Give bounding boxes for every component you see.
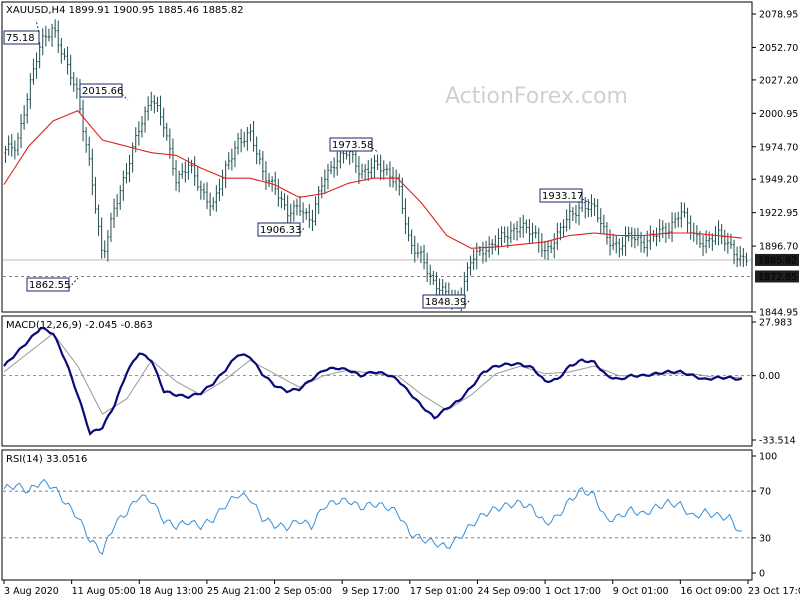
annotation-label: 1973.58 [332,140,373,151]
watermark: ActionForex.com [445,84,628,109]
rsi-tick-label: 30 [759,533,771,544]
price-tick-label: 2052.70 [759,43,798,54]
time-tick-label: 9 Oct 01:00 [613,586,669,597]
price-panel-title: XAUUSD,H4 1899.91 1900.95 1885.46 1885.8… [6,5,244,16]
macd-tick-label: 0.00 [759,371,780,382]
price-tick-label: 2027.20 [759,75,798,86]
price-tick-label: 2000.95 [759,109,798,120]
annotation-label: 1933.17 [542,191,583,202]
macd-panel-title: MACD(12,26,9) -2.045 -0.863 [6,320,153,331]
time-tick-label: 1 Oct 17:00 [545,586,601,597]
annotation-label: 1848.39 [425,297,466,308]
support-tag: 1872.85 [758,272,797,283]
macd-tick-label: 27.983 [759,318,792,329]
price-tick-label: 1949.20 [759,175,798,186]
time-tick-label: 25 Aug 21:00 [207,586,271,597]
time-tick-label: 9 Sep 17:00 [342,586,399,597]
rsi-tick-label: 70 [759,487,771,498]
time-tick-label: 23 Oct 17:00 [748,586,800,597]
price-tick-label: 1922.95 [759,208,798,219]
time-tick-label: 24 Sep 09:00 [477,586,540,597]
price-tick-label: 1896.70 [759,242,798,253]
annotation-label: 75.18 [6,33,35,44]
chart-canvas: ActionForex.com XAUUSD,H4 1899.91 1900.9… [0,0,800,600]
annotation-label: 2015.66 [82,86,123,97]
price-tick-label: 1974.70 [759,142,798,153]
time-tick-label: 16 Oct 09:00 [680,586,742,597]
last-price-tag: 1885.82 [758,255,797,266]
macd-tick-label: -33.514 [759,436,796,447]
time-tick-label: 18 Aug 13:00 [139,586,203,597]
rsi-tick-label: 0 [759,569,765,580]
annotation-label: 1862.55 [29,280,70,291]
annotation-label: 1906.33 [260,225,301,236]
time-tick-label: 3 Aug 2020 [4,586,59,597]
time-tick-label: 11 Aug 05:00 [72,586,136,597]
rsi-tick-label: 100 [759,452,777,463]
time-tick-label: 17 Sep 01:00 [410,586,473,597]
rsi-panel-title: RSI(14) 33.0516 [6,454,87,465]
time-tick-label: 2 Sep 05:00 [275,586,332,597]
price-tick-label: 2078.95 [759,10,798,21]
